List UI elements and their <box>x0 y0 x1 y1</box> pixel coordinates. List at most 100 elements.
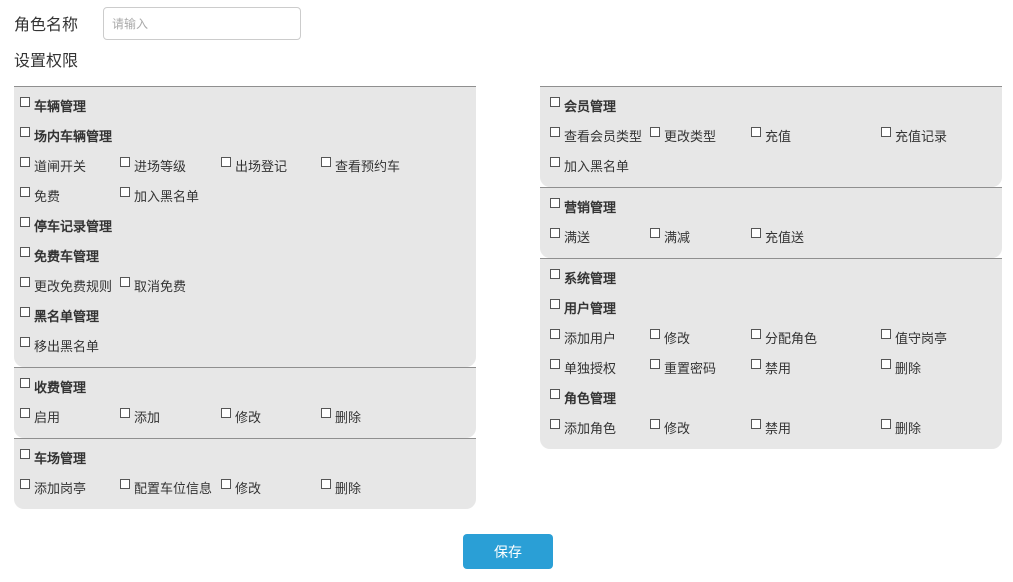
permission-option[interactable]: 修改 <box>646 413 690 443</box>
permission-option[interactable]: 免费车管理 <box>16 241 99 271</box>
permission-checkbox[interactable] <box>20 217 30 227</box>
permission-option[interactable]: 删除 <box>317 402 361 432</box>
permission-checkbox[interactable] <box>20 337 30 347</box>
permission-option[interactable]: 查看预约车 <box>317 151 400 181</box>
permission-option[interactable]: 单独授权 <box>546 353 616 383</box>
permission-option[interactable]: 修改 <box>217 402 261 432</box>
permission-checkbox[interactable] <box>550 97 560 107</box>
permission-checkbox[interactable] <box>550 198 560 208</box>
permission-checkbox[interactable] <box>321 408 331 418</box>
permission-option[interactable]: 用户管理 <box>546 293 616 323</box>
permission-checkbox[interactable] <box>881 329 891 339</box>
permission-checkbox[interactable] <box>20 277 30 287</box>
permission-option[interactable]: 收费管理 <box>16 372 86 402</box>
permission-checkbox[interactable] <box>321 157 331 167</box>
permission-checkbox[interactable] <box>550 228 560 238</box>
permission-option[interactable]: 更改类型 <box>646 121 716 151</box>
permission-checkbox[interactable] <box>20 127 30 137</box>
permission-checkbox[interactable] <box>881 359 891 369</box>
permission-checkbox[interactable] <box>550 329 560 339</box>
permission-option[interactable]: 充值送 <box>747 222 804 252</box>
permission-option[interactable]: 系统管理 <box>546 263 616 293</box>
permission-checkbox[interactable] <box>20 97 30 107</box>
permission-option[interactable]: 禁用 <box>747 413 791 443</box>
permission-option[interactable]: 黑名单管理 <box>16 301 99 331</box>
permission-checkbox[interactable] <box>221 479 231 489</box>
permission-checkbox[interactable] <box>650 419 660 429</box>
permission-checkbox[interactable] <box>751 228 761 238</box>
permission-option[interactable]: 道闸开关 <box>16 151 86 181</box>
permission-option[interactable]: 查看会员类型 <box>546 121 642 151</box>
permission-checkbox[interactable] <box>751 329 761 339</box>
permission-checkbox[interactable] <box>221 408 231 418</box>
permission-checkbox[interactable] <box>120 408 130 418</box>
permission-checkbox[interactable] <box>321 479 331 489</box>
permission-checkbox[interactable] <box>550 299 560 309</box>
permission-checkbox[interactable] <box>550 269 560 279</box>
permission-option[interactable]: 停车记录管理 <box>16 211 112 241</box>
permission-checkbox[interactable] <box>650 359 660 369</box>
permission-option[interactable]: 取消免费 <box>116 271 186 301</box>
permission-option[interactable]: 免费 <box>16 181 60 211</box>
permission-checkbox[interactable] <box>20 307 30 317</box>
permission-checkbox[interactable] <box>751 419 761 429</box>
permission-option[interactable]: 启用 <box>16 402 60 432</box>
permission-option[interactable]: 场内车辆管理 <box>16 121 112 151</box>
permission-checkbox[interactable] <box>20 187 30 197</box>
permission-checkbox[interactable] <box>550 389 560 399</box>
permission-option[interactable]: 出场登记 <box>217 151 287 181</box>
permission-option[interactable]: 进场等级 <box>116 151 186 181</box>
permission-option[interactable]: 删除 <box>877 413 921 443</box>
save-button[interactable]: 保存 <box>463 534 553 569</box>
permission-checkbox[interactable] <box>881 127 891 137</box>
permission-checkbox[interactable] <box>881 419 891 429</box>
permission-option[interactable]: 添加 <box>116 402 160 432</box>
permission-option[interactable]: 添加角色 <box>546 413 616 443</box>
permission-option[interactable]: 更改免费规则 <box>16 271 112 301</box>
permission-option[interactable]: 禁用 <box>747 353 791 383</box>
permission-checkbox[interactable] <box>120 277 130 287</box>
permission-checkbox[interactable] <box>20 449 30 459</box>
permission-option[interactable]: 修改 <box>217 473 261 503</box>
permission-checkbox[interactable] <box>550 419 560 429</box>
permission-checkbox[interactable] <box>120 187 130 197</box>
permission-option[interactable]: 充值 <box>747 121 791 151</box>
permission-option[interactable]: 满减 <box>646 222 690 252</box>
permission-option[interactable]: 充值记录 <box>877 121 947 151</box>
permission-checkbox[interactable] <box>751 359 761 369</box>
permission-checkbox[interactable] <box>120 479 130 489</box>
permission-checkbox[interactable] <box>120 157 130 167</box>
permission-option[interactable]: 添加岗亭 <box>16 473 86 503</box>
permission-option[interactable]: 移出黑名单 <box>16 331 99 361</box>
permission-checkbox[interactable] <box>550 127 560 137</box>
permission-option[interactable]: 加入黑名单 <box>116 181 199 211</box>
permission-option[interactable]: 会员管理 <box>546 91 616 121</box>
permission-checkbox[interactable] <box>650 329 660 339</box>
permission-option[interactable]: 值守岗亭 <box>877 323 947 353</box>
permission-option[interactable]: 分配角色 <box>747 323 817 353</box>
permission-option[interactable]: 满送 <box>546 222 590 252</box>
permission-checkbox[interactable] <box>20 408 30 418</box>
permission-checkbox[interactable] <box>550 157 560 167</box>
permission-option[interactable]: 添加用户 <box>546 323 616 353</box>
permission-checkbox[interactable] <box>751 127 761 137</box>
permission-option[interactable]: 角色管理 <box>546 383 616 413</box>
permission-checkbox[interactable] <box>20 247 30 257</box>
role-name-input[interactable] <box>103 7 301 40</box>
permission-option[interactable]: 重置密码 <box>646 353 716 383</box>
permission-checkbox[interactable] <box>650 228 660 238</box>
permission-option[interactable]: 修改 <box>646 323 690 353</box>
permission-option[interactable]: 营销管理 <box>546 192 616 222</box>
permission-option[interactable]: 车辆管理 <box>16 91 86 121</box>
permission-checkbox[interactable] <box>20 157 30 167</box>
permission-checkbox[interactable] <box>20 378 30 388</box>
permission-option[interactable]: 车场管理 <box>16 443 86 473</box>
permission-option[interactable]: 删除 <box>317 473 361 503</box>
permission-checkbox[interactable] <box>221 157 231 167</box>
permission-option[interactable]: 加入黑名单 <box>546 151 629 181</box>
permission-option[interactable]: 删除 <box>877 353 921 383</box>
permission-option[interactable]: 配置车位信息 <box>116 473 212 503</box>
permission-checkbox[interactable] <box>550 359 560 369</box>
permission-checkbox[interactable] <box>650 127 660 137</box>
permission-checkbox[interactable] <box>20 479 30 489</box>
